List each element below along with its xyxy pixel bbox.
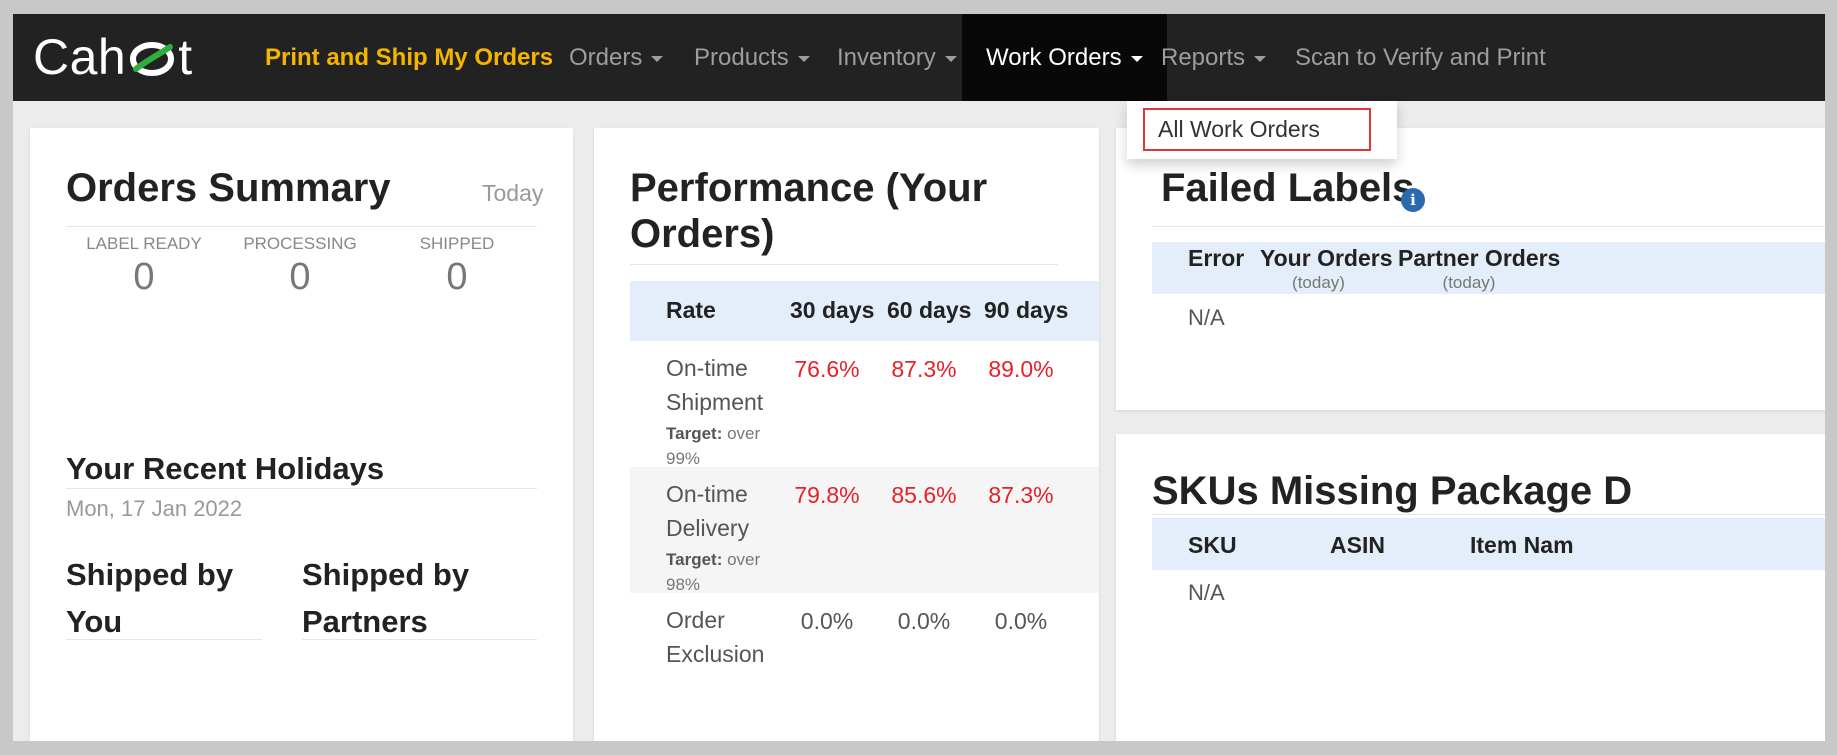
caret-down-icon bbox=[1130, 55, 1143, 62]
failed-labels-empty: N/A bbox=[1188, 305, 1225, 330]
table-row: Order Exclusion 0.0% 0.0% 0.0% bbox=[630, 593, 1099, 719]
orders-summary-panel: Orders Summary Today LABEL READY 0 PROCE… bbox=[30, 128, 573, 741]
performance-table-header: Rate 30 days 60 days 90 days bbox=[630, 281, 1099, 341]
rate-name: On-time Delivery bbox=[666, 481, 750, 541]
holiday-date: Mon, 17 Jan 2022 bbox=[66, 496, 243, 521]
info-icon[interactable]: i bbox=[1401, 188, 1425, 212]
table-row: On-time Shipment Target: over 99% 76.6% … bbox=[630, 341, 1099, 468]
shipped-by-you-title: Shipped by You bbox=[66, 557, 234, 639]
col-item-name: Item Nam bbox=[1470, 532, 1574, 558]
value-30-days: 79.8% bbox=[794, 482, 860, 508]
col-your-orders: Your Orders bbox=[1260, 245, 1393, 271]
screenshot-frame: Cah t Print and Ship My Orders Orders Pr… bbox=[13, 14, 1825, 741]
performance-title: Performance (Your Orders) bbox=[630, 166, 988, 256]
value-60-days: 87.3% bbox=[891, 356, 957, 382]
caret-down-icon bbox=[651, 55, 664, 62]
logo-link-icon bbox=[130, 42, 175, 76]
value-90-days: 0.0% bbox=[994, 608, 1048, 634]
orders-summary-period: Today bbox=[482, 180, 544, 206]
col-sku: SKU bbox=[1188, 532, 1237, 558]
top-navbar: Cah t Print and Ship My Orders Orders Pr… bbox=[13, 14, 1825, 101]
col-asin: ASIN bbox=[1330, 532, 1385, 558]
nav-work-orders[interactable]: Work Orders bbox=[962, 14, 1167, 101]
nav-print-ship[interactable]: Print and Ship My Orders bbox=[265, 14, 553, 101]
failed-labels-panel: Failed Labels i Error Your Orders (today… bbox=[1116, 128, 1825, 410]
nav-products[interactable]: Products bbox=[694, 14, 810, 101]
col-60-days: 60 days bbox=[887, 297, 972, 323]
skus-table-header: SKU ASIN Item Nam bbox=[1152, 518, 1825, 570]
divider bbox=[302, 639, 537, 640]
rate-target: Target: over 99% bbox=[666, 421, 776, 471]
skus-missing-empty: N/A bbox=[1188, 580, 1225, 605]
nav-products-label: Products bbox=[694, 43, 789, 71]
rate-name: On-time Shipment bbox=[666, 355, 764, 415]
table-row: On-time Delivery Target: over 98% 79.8% … bbox=[630, 467, 1099, 594]
logo-text-end: t bbox=[178, 29, 193, 85]
nav-reports[interactable]: Reports bbox=[1161, 14, 1267, 101]
value-60-days: 0.0% bbox=[897, 608, 951, 634]
skus-missing-title: SKUs Missing Package D bbox=[1152, 469, 1633, 513]
nav-inventory[interactable]: Inventory bbox=[837, 14, 957, 101]
shipped-by-partners-title: Shipped by Partners bbox=[302, 557, 470, 639]
rate-name: Order Exclusion bbox=[666, 607, 765, 667]
rate-target: Target: over 98% bbox=[666, 547, 776, 597]
recent-holidays-title: Your Recent Holidays bbox=[66, 451, 385, 486]
failed-labels-title: Failed Labels bbox=[1161, 166, 1415, 210]
nav-work-orders-label: Work Orders bbox=[986, 43, 1122, 71]
nav-inventory-label: Inventory bbox=[837, 43, 936, 71]
cahoot-logo[interactable]: Cah t bbox=[33, 29, 193, 85]
skus-missing-panel: SKUs Missing Package D SKU ASIN Item Nam… bbox=[1116, 434, 1825, 741]
col-error: Error bbox=[1188, 245, 1245, 271]
value-30-days: 0.0% bbox=[800, 608, 854, 634]
divider bbox=[66, 488, 537, 489]
value-90-days: 89.0% bbox=[988, 356, 1054, 382]
target-label: Target: bbox=[666, 424, 723, 443]
divider bbox=[1152, 514, 1825, 515]
your-orders-subheader: (today) bbox=[1292, 273, 1345, 292]
logo-text-start: Cah bbox=[33, 29, 127, 85]
value-60-days: 85.6% bbox=[891, 482, 957, 508]
divider bbox=[1152, 226, 1825, 227]
nav-orders[interactable]: Orders bbox=[569, 14, 664, 101]
target-label: Target: bbox=[666, 550, 723, 569]
caret-down-icon bbox=[797, 55, 810, 62]
partner-orders-subheader: (today) bbox=[1442, 273, 1496, 292]
orders-summary-title: Orders Summary bbox=[66, 166, 391, 210]
value-30-days: 76.6% bbox=[794, 356, 860, 382]
col-30-days: 30 days bbox=[790, 297, 875, 323]
col-rate: Rate bbox=[666, 297, 716, 323]
performance-panel: Performance (Your Orders) Rate 30 days 6… bbox=[594, 128, 1099, 741]
col-partner-orders: Partner Orders bbox=[1398, 245, 1561, 271]
nav-scan-verify[interactable]: Scan to Verify and Print bbox=[1295, 14, 1546, 101]
work-orders-dropdown: All Work Orders bbox=[1127, 101, 1397, 159]
menu-item-all-work-orders[interactable]: All Work Orders bbox=[1143, 108, 1371, 151]
divider bbox=[66, 226, 537, 227]
failed-labels-table-header: Error Your Orders (today) Partner Orders… bbox=[1152, 242, 1825, 294]
nav-reports-label: Reports bbox=[1161, 43, 1246, 71]
col-90-days: 90 days bbox=[984, 297, 1069, 323]
caret-down-icon bbox=[1254, 55, 1267, 62]
divider bbox=[630, 264, 1058, 265]
divider bbox=[66, 639, 262, 640]
nav-orders-label: Orders bbox=[569, 43, 643, 71]
value-90-days: 87.3% bbox=[988, 482, 1054, 508]
stat-value-shipped[interactable]: 0 bbox=[357, 256, 557, 299]
caret-down-icon bbox=[944, 55, 957, 62]
stat-label-shipped: SHIPPED bbox=[419, 234, 495, 253]
